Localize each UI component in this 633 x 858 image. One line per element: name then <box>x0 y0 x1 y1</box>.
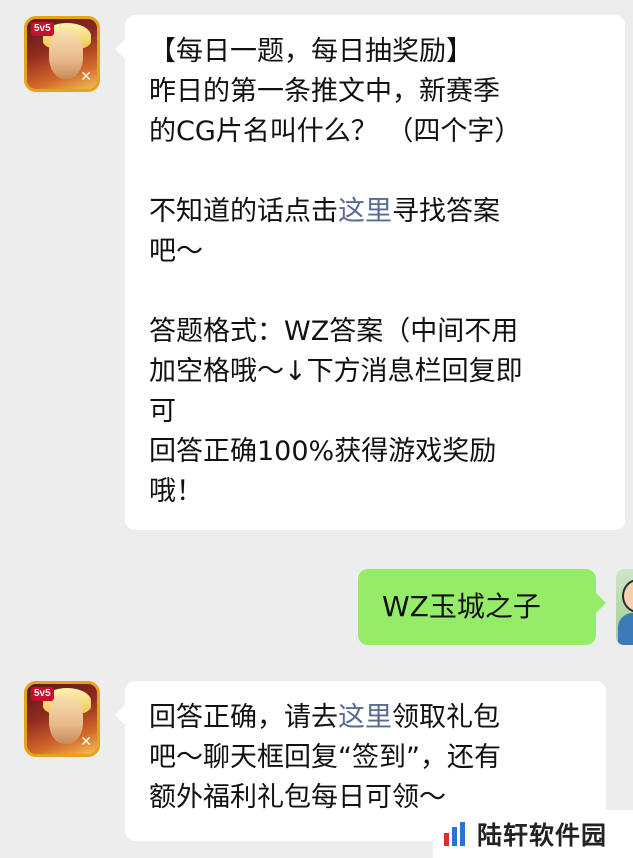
avatar-mark-icon: ✕ <box>80 69 92 85</box>
avatar-face <box>49 31 83 79</box>
message-line: 昨日的第一条推文中，新赛季 <box>149 72 601 112</box>
here-link[interactable]: 这里 <box>338 702 392 733</box>
message-line: 答题格式：WZ答案（中间不用 <box>149 312 601 352</box>
message-line: 可 <box>149 392 601 432</box>
message-text: 昨日的第一条推文中，新赛季 <box>149 76 500 107</box>
message-text: 加空格哦～↓下方消息栏回复即 <box>149 356 523 387</box>
message-line: 吧～ <box>149 232 601 272</box>
user-message-bubble[interactable]: WZ玉城之子 <box>358 569 606 645</box>
message-text: 寻找答案 <box>392 196 500 227</box>
message-text: 的CG片名叫什么？ （四个字） <box>149 116 522 147</box>
message-text: 可 <box>149 396 176 427</box>
message-line: 回答正确，请去这里领取礼包 <box>149 698 582 738</box>
bar-chart-logo-icon <box>444 822 465 846</box>
message-text: WZ玉城之子 <box>382 590 541 623</box>
message-line: 不知道的话点击这里寻找答案 <box>149 192 601 232</box>
bot-message-bubble[interactable]: 【每日一题，每日抽奖励】 昨日的第一条推文中，新赛季 的CG片名叫什么？ （四个字）… <box>115 15 625 530</box>
message-text: 【每日一题，每日抽奖励】 <box>149 36 473 67</box>
bot-avatar[interactable]: 5v5 ✕ <box>24 681 100 757</box>
message-text: 哦！ <box>149 476 203 507</box>
message-line: 回答正确100%获得游戏奖励 <box>149 432 601 472</box>
watermark: 陆轩软件园 <box>433 810 633 858</box>
message-text: 吧～ <box>149 236 203 267</box>
message-line: 加空格哦～↓下方消息栏回复即 <box>149 352 601 392</box>
watermark-text: 陆轩软件园 <box>477 821 608 850</box>
message-text: 不知道的话点击 <box>149 196 338 227</box>
message-text: 回答正确100%获得游戏奖励 <box>149 436 497 467</box>
message-text: 答题格式：WZ答案（中间不用 <box>149 316 519 347</box>
user-avatar[interactable] <box>616 569 633 645</box>
avatar-face <box>49 696 83 744</box>
message-line: 【每日一题，每日抽奖励】 <box>149 32 601 72</box>
message-line: 哦！ <box>149 472 601 512</box>
message-line: 吧～聊天框回复“签到”，还有 <box>149 738 582 778</box>
user-avatar-body <box>618 613 633 645</box>
message-text: 额外福利礼包每日可领～ <box>149 782 446 813</box>
message-text: 回答正确，请去 <box>149 702 338 733</box>
message-text: 吧～聊天框回复“签到”，还有 <box>149 742 501 773</box>
avatar-badge: 5v5 <box>31 22 54 36</box>
user-avatar-head <box>622 579 633 613</box>
message-line: 的CG片名叫什么？ （四个字） <box>149 112 601 152</box>
bot-avatar[interactable]: 5v5 ✕ <box>24 16 100 92</box>
message-text: 领取礼包 <box>392 702 500 733</box>
avatar-badge: 5v5 <box>31 687 54 701</box>
avatar-mark-icon: ✕ <box>80 734 92 750</box>
here-link[interactable]: 这里 <box>338 196 392 227</box>
